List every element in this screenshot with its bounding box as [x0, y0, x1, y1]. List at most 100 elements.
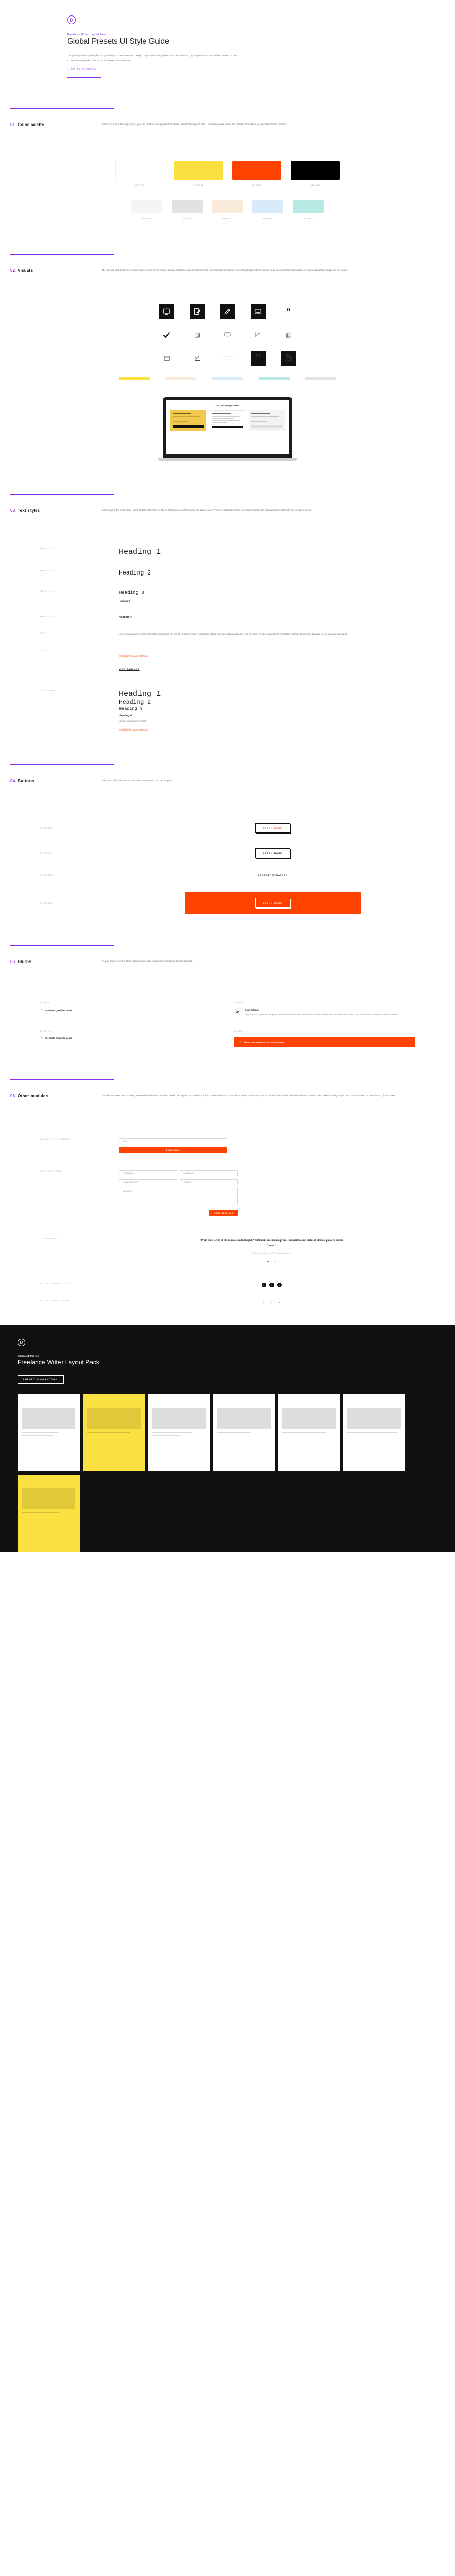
- email-optin-module: EMAIL OPTIN MODULE Email SUBSCRIBE: [0, 1138, 455, 1156]
- lines-icon: [220, 351, 235, 366]
- button-label: BUTTON 2: [40, 852, 54, 855]
- learn-more-banner-button[interactable]: LEARN MORE: [185, 892, 361, 914]
- body-text-sample: Lorem ipsum dolor sit amet, consectetur …: [119, 632, 348, 635]
- section-description: Here, you'll find the buttons that have …: [88, 779, 455, 800]
- color-swatch: #D7EBFA: [252, 199, 283, 220]
- subject-input[interactable]: SUBJECT: [179, 1178, 238, 1185]
- color-bar: [305, 377, 336, 380]
- last-name-input[interactable]: LAST NAME: [179, 1170, 238, 1176]
- button-text: LEARN MORE: [255, 898, 290, 908]
- visual-color-bars: [0, 377, 455, 380]
- quote-tile-icon: “: [250, 350, 266, 366]
- subscribe-button[interactable]: SUBSCRIBE: [119, 1146, 228, 1153]
- color-swatch: #F5F5F5: [131, 199, 162, 220]
- section-title: Color palette: [18, 122, 44, 127]
- pinterest-icon[interactable]: p: [277, 1300, 282, 1305]
- content-strategy-button[interactable]: CONTENT STRATEGY: [258, 874, 288, 876]
- text-style-label: HEADING 1: [40, 547, 55, 550]
- color-hex-label: #FFFFFF: [135, 184, 145, 187]
- section-heading-buttons: 04. Buttons: [0, 779, 88, 799]
- testimonial-author: Robert Smith - CEO Adam Adams: [252, 1252, 291, 1255]
- footer-logo-letter: D: [20, 1340, 23, 1345]
- color-hex-label: #FF4200: [252, 184, 262, 187]
- heading-3-bold-sample: Heading 3: [119, 599, 130, 602]
- section-title: Visuals: [18, 268, 33, 273]
- layout-thumbnail[interactable]: [213, 1394, 275, 1471]
- section-number: 05.: [10, 959, 17, 965]
- color-bar: [259, 377, 290, 380]
- visual-icons-row-2: [0, 328, 455, 343]
- check-icon: [159, 328, 174, 343]
- copy-icon: [190, 328, 205, 343]
- send-message-button[interactable]: SEND MESSAGE: [209, 1209, 238, 1216]
- footer-title: Freelance Writer Layout Pack: [18, 1359, 99, 1366]
- text-style-row: LINK hello@divifreelancewriter.com VIEW …: [0, 650, 455, 672]
- layout-thumbnail[interactable]: [18, 1394, 80, 1471]
- section-number: 02.: [10, 268, 17, 273]
- layout-thumbnail[interactable]: [148, 1394, 210, 1471]
- last-name-placeholder: LAST NAME: [183, 1172, 194, 1174]
- color-swatch: #FBE041: [174, 160, 223, 187]
- email-link-sample[interactable]: hello@divifreelancewriter.com: [119, 655, 148, 657]
- button-row: BUTTON 2 LEARN MORE: [0, 848, 455, 860]
- color-bar: [165, 377, 196, 380]
- get-layout-pack-button[interactable]: I WANT THIS LAYOUT PACK: [18, 1375, 64, 1384]
- first-name-input[interactable]: FIRST NAME: [119, 1170, 177, 1176]
- inbox-icon: [250, 304, 266, 319]
- twitter-icon[interactable]: t: [269, 1300, 274, 1305]
- heading-1-sample: Heading 1: [119, 547, 161, 556]
- heading-2-sample: Heading 2: [119, 569, 151, 577]
- go-to-tutorial-link[interactable]: → GO TO TUTORIAL: [67, 68, 97, 70]
- blurb-item: BLURB 4 ✓ Reach your readers in their ow…: [234, 1030, 415, 1047]
- pagination-dot[interactable]: [267, 1261, 269, 1262]
- color-hex-label: #F5F5F5: [142, 217, 152, 220]
- hero-section: D Freelance Writer Layout Pack Global Pr…: [0, 0, 455, 78]
- social-media-share-module: SOCIAL MEDIA SHARE f t p: [0, 1300, 455, 1305]
- text-style-row: BODY Lorem ipsum dolor sit amet, consect…: [0, 632, 455, 637]
- section-title: Blurbs: [18, 959, 32, 965]
- social-media-follow-module: SOCIAL MEDIA FOLLOW f t ●: [0, 1283, 455, 1287]
- color-hex-label: #FBE041: [193, 184, 203, 187]
- email-placeholder: Email: [123, 1140, 127, 1142]
- section-heading-other-modules: 06. Other modules: [0, 1094, 88, 1114]
- learn-more-button-outline-dark[interactable]: LEARN MORE: [255, 848, 291, 860]
- email-input[interactable]: Email: [119, 1138, 228, 1144]
- module-label: EMAIL OPTIN MODULE: [40, 1138, 71, 1140]
- layout-thumbnail[interactable]: [278, 1394, 340, 1471]
- module-label: SOCIAL MEDIA SHARE: [40, 1300, 70, 1302]
- instagram-icon[interactable]: ●: [277, 1283, 282, 1287]
- section-heading-color-palette: 01. Color palette: [0, 122, 88, 143]
- facebook-icon[interactable]: f: [262, 1300, 266, 1305]
- button-label: BUTTON 2: [40, 902, 54, 904]
- layout-thumbnail[interactable]: [343, 1394, 405, 1471]
- view-samples-link[interactable]: VIEW SAMPLES: [119, 668, 139, 670]
- color-swatch-row-secondary: #F5F5F5 #E2E2E2 #FAEADA #D7EBFA #B7E8E4: [0, 199, 455, 220]
- facebook-icon[interactable]: f: [261, 1283, 266, 1287]
- learn-more-button-outline-orange[interactable]: LEARN MORE: [255, 823, 291, 834]
- layout-thumbnail[interactable]: [18, 1475, 80, 1552]
- first-name-placeholder: FIRST NAME: [123, 1172, 134, 1174]
- mockup-card: [209, 410, 246, 431]
- heading-3-sample: Heading 3: [119, 589, 144, 595]
- testimonial-pagination[interactable]: [196, 1261, 346, 1262]
- visual-icons-row-3: “ &: [0, 350, 455, 366]
- button-row: BUTTON 1 LEARN MORE: [0, 823, 455, 834]
- button-label: BUTTON 1: [40, 827, 54, 829]
- pagination-dot[interactable]: [270, 1261, 272, 1262]
- all-in-one-link[interactable]: hello@divifreelancewriter.com: [119, 728, 148, 731]
- blurb-text: Generate Qualified Leads: [46, 1008, 72, 1012]
- color-hex-label: #B7E8E4: [303, 217, 313, 220]
- color-swatch: #E2E2E2: [172, 199, 203, 220]
- section-heading-blurbs: 05. Blurbs: [0, 959, 88, 980]
- footer-cta-section: D Check out this free Freelance Writer L…: [0, 1325, 455, 1552]
- color-swatch-row-primary: #FFFFFF #FBE041 #FF4200 #000000: [0, 160, 455, 187]
- pagination-dot[interactable]: [274, 1261, 276, 1262]
- color-swatch: #000000: [291, 160, 340, 187]
- email-address-input[interactable]: EMAIL ADDRESS: [119, 1178, 177, 1185]
- message-textarea[interactable]: MESSAGE: [119, 1187, 238, 1205]
- layout-thumbnail[interactable]: [83, 1394, 145, 1471]
- button-row: BUTTON 2 LEARN MORE: [0, 892, 455, 914]
- other-modules-section: 06. Other modules Last but not least, we…: [0, 1079, 455, 1305]
- twitter-icon[interactable]: t: [269, 1283, 274, 1287]
- text-style-row: HEADING 1 Heading 1: [0, 548, 455, 556]
